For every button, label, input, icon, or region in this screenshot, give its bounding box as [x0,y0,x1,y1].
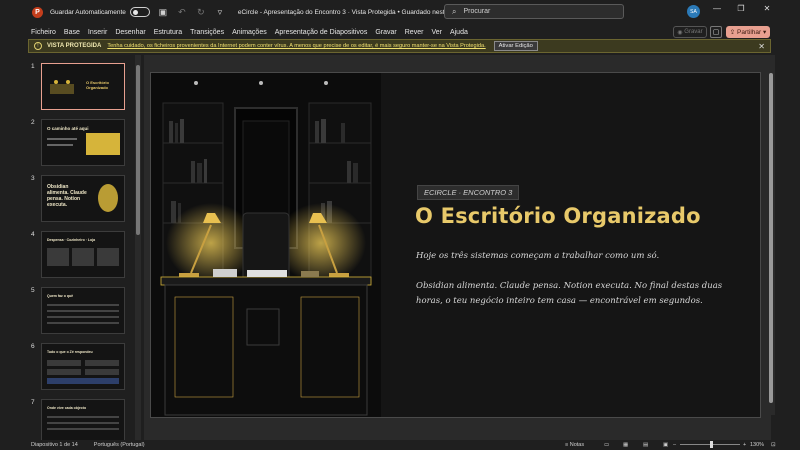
tab-rever[interactable]: Rever [405,29,424,36]
slide-paragraph-1: Hoje os três sistemas começam a trabalha… [416,251,660,261]
thumbnail-slide-3[interactable]: 3 Obsidian alimenta. Claude pensa. Notio… [28,175,138,225]
slide-thumbnail[interactable]: O caminho até aqui [41,119,125,166]
reading-view-icon[interactable]: ▤ [643,440,648,450]
slide-editing-area: ECIRCLE · ENCONTRO 3 O Escritório Organi… [144,55,771,440]
slide-paragraph-2: Obsidian alimenta. Claude pensa. Notion … [416,281,723,306]
slide-eyebrow-label: ECIRCLE · ENCONTRO 3 [417,185,520,200]
tab-inserir[interactable]: Inserir [88,29,107,36]
thumbnails-scrollbar[interactable] [135,55,141,440]
tab-apresentacao[interactable]: Apresentação de Diapositivos [275,29,368,36]
slide-thumbnail[interactable]: Tudo o que o Zé respondeu [41,343,125,390]
tab-desenhar[interactable]: Desenhar [115,29,145,36]
thumbnail-slide-5[interactable]: 5 Quem faz o quê [28,287,138,337]
slide-number: 1 [31,63,35,70]
tab-transicoes[interactable]: Transições [190,29,224,36]
status-bar: Diapositivo 1 de 14 Português (Portugal)… [0,440,800,450]
slide-scrollbar[interactable] [767,55,775,415]
search-icon: ⌕ [452,6,457,16]
autosave-toggle[interactable] [129,7,150,17]
slide-counter: Diapositivo 1 de 14 [31,442,78,448]
slide-number: 7 [31,399,35,406]
autosave-label: Guardar Automaticamente [50,8,126,16]
notes-button[interactable]: ≡ Notas [565,440,584,450]
search-placeholder: Procurar [463,8,491,15]
office-illustration [151,73,381,417]
thumbnail-title: Tudo o que o Zé respondeu [47,350,93,354]
zoom-in-icon[interactable]: + [743,440,746,450]
thumbnail-slide-6[interactable]: 6 Tudo o que o Zé respondeu [28,343,138,393]
slide-number: 4 [31,231,35,238]
thumbnail-title: Despensa · Cozinheiro · Loja [47,238,96,242]
slide-thumbnails-pane: 1 O Escritório Organizado 2 O caminho at… [28,55,142,440]
tab-gravar[interactable]: Gravar [375,29,396,36]
thumbnail-title: O caminho até aqui [47,126,89,131]
thumbnail-slide-4[interactable]: 4 Despensa · Cozinheiro · Loja [28,231,138,281]
slide-thumbnail[interactable]: Quem faz o quê [41,287,125,334]
tab-estrutura[interactable]: Estrutura [154,29,182,36]
slide-thumbnail[interactable]: Onde vive cada objecto [41,399,125,440]
share-button[interactable]: ⇪ Partilhar ▾ [726,26,770,38]
record-icon: ◉ [677,29,685,36]
tab-ficheiro[interactable]: Ficheiro [31,29,56,36]
scrollbar-thumb[interactable] [136,65,140,235]
protected-view-message[interactable]: Tenha cuidado, os ficheiros provenientes… [107,43,485,49]
share-icon: ⇪ [729,29,737,36]
comment-icon: ▢ [712,29,720,36]
avatar[interactable]: SA [687,5,700,18]
minimize-icon[interactable]: — [710,4,724,13]
slide-number: 5 [31,287,35,294]
zoom-slider-handle[interactable] [710,441,713,448]
enable-editing-button[interactable]: Ativar Edição [493,41,538,51]
tab-base[interactable]: Base [64,29,80,36]
search-box[interactable]: ⌕ Procurar [444,4,624,19]
maximize-icon[interactable]: ❐ [734,4,748,13]
close-icon[interactable]: ✕ [758,42,765,51]
fit-to-window-icon[interactable]: ⊡ [771,440,776,450]
current-slide[interactable]: ECIRCLE · ENCONTRO 3 O Escritório Organi… [150,72,761,418]
thumbnail-slide-2[interactable]: 2 O caminho até aqui [28,119,138,169]
normal-view-icon[interactable]: ▭ [604,440,609,450]
ribbon-tabs: Ficheiro Base Inserir Desenhar Estrutura… [0,24,800,40]
thumbnail-title: O Escritório Organizado [86,80,109,90]
slide-thumbnail[interactable]: Despensa · Cozinheiro · Loja [41,231,125,278]
document-title: eCircle - Apresentação do Encontro 3 · V… [237,8,459,16]
undo-icon[interactable]: ↶ [176,7,188,18]
protected-view-bar: ! VISTA PROTEGIDA Tenha cuidado, os fich… [28,39,771,53]
slide-number: 2 [31,119,35,126]
thumbnail-slide-1[interactable]: 1 O Escritório Organizado [28,63,138,113]
zoom-out-icon[interactable]: – [673,440,676,450]
protected-view-title: VISTA PROTEGIDA [47,43,102,49]
slide-number: 6 [31,343,35,350]
tab-ver[interactable]: Ver [431,29,442,36]
slideshow-icon[interactable]: ▣ [663,440,668,450]
powerpoint-logo-icon: P [32,6,43,18]
slide-number: 3 [31,175,35,182]
slide-thumbnail[interactable]: Obsidian alimenta. Claude pensa. Notion … [41,175,125,222]
close-window-icon[interactable]: ✕ [760,4,774,13]
redo-icon[interactable]: ↻ [195,7,207,18]
thumbnail-slide-7[interactable]: 7 Onde vive cada objecto [28,399,138,440]
shield-icon: ! [34,42,42,50]
tab-ajuda[interactable]: Ajuda [450,29,468,36]
tab-animacoes[interactable]: Animações [232,29,267,36]
record-button[interactable]: ◉ Gravar [673,26,707,38]
language-indicator[interactable]: Português (Portugal) [94,442,145,448]
slide-thumbnail[interactable]: O Escritório Organizado [41,63,125,110]
thumbnail-title: Obsidian alimenta. Claude pensa. Notion … [47,184,87,208]
zoom-level[interactable]: 130% [750,440,764,450]
thumbnail-title: Onde vive cada objecto [47,406,87,410]
comments-button[interactable]: ▢ [710,26,722,38]
title-bar: P Guardar Automaticamente ▣ ↶ ↻ ▿ eCircl… [0,0,800,24]
slide-sorter-icon[interactable]: ▦ [623,440,628,450]
customize-toolbar-icon[interactable]: ▿ [214,7,226,18]
scrollbar-thumb[interactable] [769,73,773,403]
thumbnail-title: Quem faz o quê [47,294,74,298]
save-icon[interactable]: ▣ [157,7,169,18]
slide-title: O Escritório Organizado [415,204,701,228]
chevron-down-icon: ▾ [761,29,767,36]
